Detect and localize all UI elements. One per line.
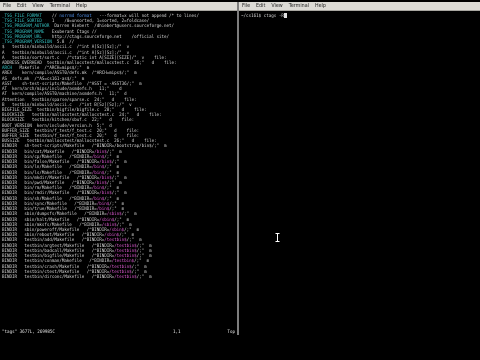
menu-terminal[interactable]: Terminal [286, 2, 312, 11]
buffer-text: BINDIR testbin/dirconc/Makefile /^BINDIR… [2, 273, 115, 279]
text-cursor [283, 13, 287, 18]
right-terminal-menubar: File Edit View Terminal Help [239, 2, 480, 11]
menu-help[interactable]: Help [312, 2, 329, 11]
menu-file[interactable]: File [239, 2, 253, 11]
left-terminal-menubar: File Edit View Terminal Help [0, 2, 237, 11]
buffer-line: BINDIR testbin/dirconc/Makefile /^BINDIR… [2, 274, 235, 279]
menu-view[interactable]: View [29, 2, 46, 11]
shell-prompt: ~/cs161$ ctags -R [241, 13, 284, 18]
menu-terminal[interactable]: Terminal [47, 2, 73, 11]
vim-buffer-lines: _TSG_FILE_FORMAT // norrmd format ---for… [0, 12, 237, 279]
shell-screen[interactable]: ~/cs161$ ctags -R [239, 12, 480, 335]
shell-prompt-line: ~/cs161$ ctags -R [239, 12, 480, 20]
right-terminal-window[interactable]: File Edit View Terminal Help ~/cs161$ ct… [239, 2, 480, 335]
menu-help[interactable]: Help [73, 2, 90, 11]
mouse-ibeam-cursor-icon [275, 233, 280, 242]
menu-edit[interactable]: Edit [14, 2, 29, 11]
left-terminal-window[interactable]: File Edit View Terminal Help _TSG_FILE_F… [0, 2, 237, 335]
menu-edit[interactable]: Edit [253, 2, 268, 11]
menu-view[interactable]: View [268, 2, 285, 11]
letterbox-bottom [0, 335, 480, 360]
menu-file[interactable]: File [0, 2, 14, 11]
vim-editor-screen[interactable]: _TSG_FILE_FORMAT // norrmd format ---for… [0, 12, 237, 335]
buffer-text: /;" m [136, 273, 152, 279]
buffer-text: /testbin$ [114, 273, 137, 279]
